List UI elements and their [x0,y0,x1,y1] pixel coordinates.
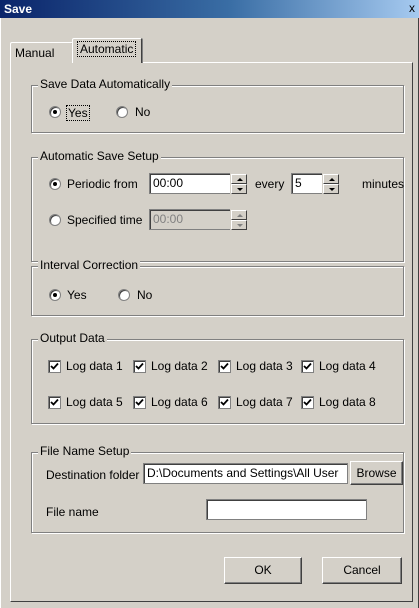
interval-correction-group [31,266,404,316]
interval-no-radio[interactable] [118,289,130,301]
log-data-label[interactable]: Log data 1 [66,359,123,373]
spin-up-arrow-icon[interactable] [231,210,247,220]
every-minutes-spinner[interactable] [322,173,339,194]
file-name-label: File name [46,505,99,519]
log-data-label[interactable]: Log data 3 [236,359,293,373]
log-data-checkbox[interactable] [301,360,314,373]
save-auto-yes-radio[interactable] [49,106,61,118]
spin-down-arrow-icon[interactable] [231,184,247,194]
minutes-label: minutes [362,177,405,191]
browse-button[interactable]: Browse [350,461,403,485]
log-data-label[interactable]: Log data 2 [151,359,208,373]
tab-manual[interactable]: Manual [10,42,73,63]
log-data-label[interactable]: Log data 7 [236,395,293,409]
spin-down-arrow-icon[interactable] [231,220,247,230]
checkmark-icon [135,362,144,370]
checkmark-icon [220,362,229,370]
log-data-checkbox[interactable] [48,360,61,373]
save-auto-yes-label[interactable]: Yes [66,105,90,121]
destination-folder-input[interactable]: D:\Documents and Settings\All User [143,463,348,484]
tab-manual-label: Manual [15,46,55,60]
log-data-checkbox[interactable] [218,360,231,373]
log-data-label[interactable]: Log data 5 [66,395,123,409]
every-label: every [255,177,285,191]
automatic-save-setup-title: Automatic Save Setup [38,149,161,163]
close-button[interactable]: x [405,1,419,15]
save-data-automatically-title: Save Data Automatically [38,77,173,91]
tab-automatic[interactable]: Automatic [72,38,142,63]
file-name-setup-title: File Name Setup [38,444,132,458]
specified-time-spinner[interactable] [230,209,247,230]
log-data-checkbox[interactable] [218,396,231,409]
log-data-checkbox[interactable] [133,396,146,409]
output-data-group [31,339,404,424]
periodic-label[interactable]: Periodic from [67,177,138,191]
checkmark-icon [303,398,312,406]
spin-down-arrow-icon[interactable] [323,184,339,194]
spin-up-arrow-icon[interactable] [323,174,339,184]
periodic-from-spinner[interactable] [230,173,247,194]
interval-correction-title: Interval Correction [38,258,141,272]
every-minutes-input[interactable]: 5 [291,173,323,194]
log-data-checkbox[interactable] [48,396,61,409]
cancel-button[interactable]: Cancel [322,557,402,584]
output-data-title: Output Data [38,331,107,345]
interval-no-label[interactable]: No [137,288,152,302]
tab-automatic-label: Automatic [77,41,137,57]
checkmark-icon [220,398,229,406]
log-data-checkbox[interactable] [133,360,146,373]
specified-time-radio[interactable] [49,214,61,226]
window-frame-left [0,18,3,608]
interval-yes-label[interactable]: Yes [67,288,87,302]
log-data-checkbox[interactable] [301,396,314,409]
periodic-radio[interactable] [49,178,61,190]
checkmark-icon [50,362,59,370]
title-bar[interactable] [0,0,419,18]
log-data-label[interactable]: Log data 8 [319,395,376,409]
checkmark-icon [135,398,144,406]
ok-button[interactable]: OK [224,557,302,584]
destination-folder-label: Destination folder [46,468,140,482]
save-auto-no-radio[interactable] [116,106,128,118]
save-auto-no-label[interactable]: No [135,105,150,119]
specified-time-label[interactable]: Specified time [67,213,142,227]
file-name-input[interactable] [206,499,367,520]
log-data-label[interactable]: Log data 4 [319,359,376,373]
specified-time-input[interactable]: 00:00 [149,209,231,230]
checkmark-icon [303,362,312,370]
spin-up-arrow-icon[interactable] [231,174,247,184]
periodic-from-input[interactable]: 00:00 [149,173,231,194]
interval-yes-radio[interactable] [49,289,61,301]
checkmark-icon [50,398,59,406]
window-title: Save [4,2,33,16]
log-data-label[interactable]: Log data 6 [151,395,208,409]
